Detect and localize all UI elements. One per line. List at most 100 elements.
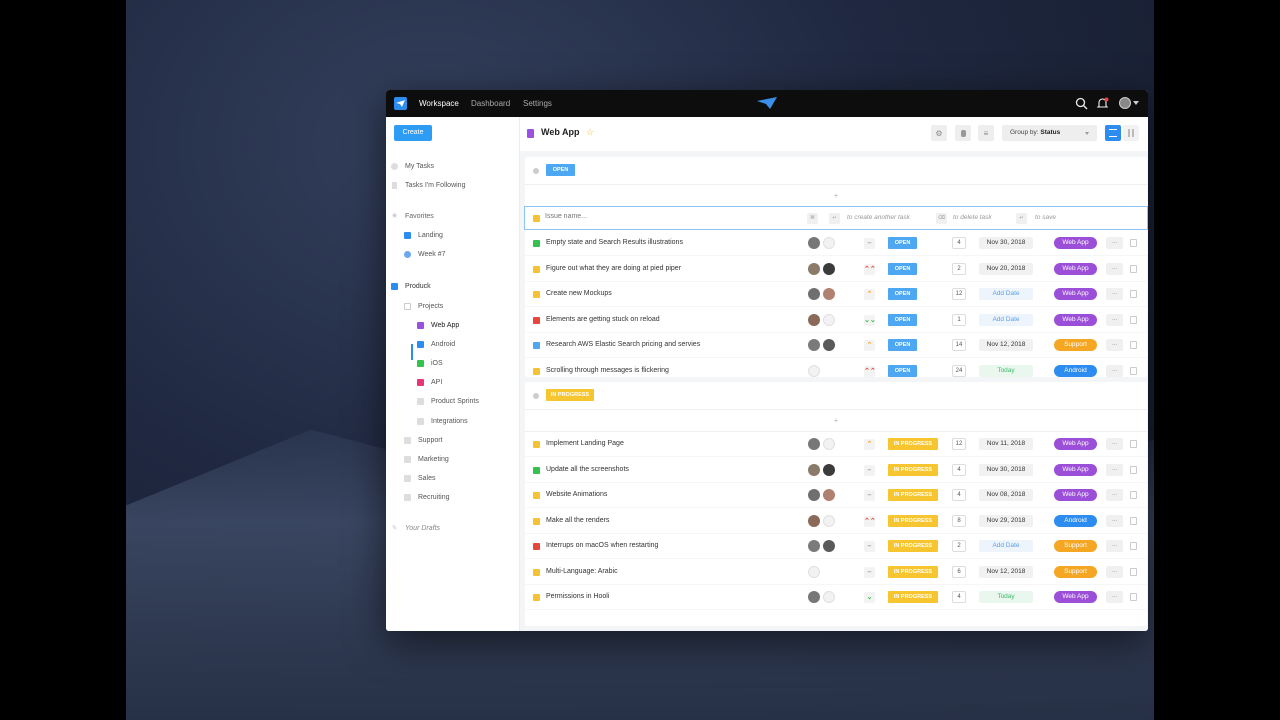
priority-icon[interactable]: – [864, 238, 875, 249]
trash-icon[interactable] [1130, 239, 1137, 247]
task-name[interactable]: Make all the renders [546, 517, 609, 524]
due-date[interactable]: Nov 29, 2018 [979, 514, 1033, 527]
priority-icon[interactable]: ⌃⌃ [864, 263, 876, 275]
avatar[interactable] [808, 237, 820, 249]
task-row[interactable]: Implement Landing Page ⌃ IN PROGRESS 12 … [525, 432, 1147, 457]
project-tag[interactable]: Support [1054, 565, 1097, 578]
priority-icon[interactable]: – [864, 566, 875, 578]
more-options-button[interactable]: ... [1106, 313, 1123, 326]
priority-icon[interactable]: ⌃⌃ [864, 365, 876, 377]
create-button[interactable]: Create [394, 125, 432, 141]
priority-icon[interactable]: ⌃⌃ [864, 515, 876, 527]
task-row[interactable]: Create new Mockups ⌃ OPEN 12 Add Date We… [525, 282, 1147, 307]
priority-icon[interactable]: ⌃ [864, 439, 875, 450]
avatar-placeholder[interactable] [823, 438, 835, 450]
more-options-button[interactable]: ... [1106, 489, 1123, 501]
avatar[interactable] [808, 463, 820, 476]
favorite-star-icon[interactable]: ☆ [586, 127, 594, 138]
task-row[interactable]: Permissions in Hooli ⌄ IN PROGRESS 4 Tod… [525, 585, 1147, 610]
avatar[interactable] [808, 540, 820, 552]
trash-icon[interactable] [1130, 593, 1137, 601]
priority-icon[interactable]: ⌄⌄ [864, 314, 876, 326]
task-row[interactable]: Elements are getting stuck on reload ⌄⌄ … [525, 308, 1147, 333]
add-task-row[interactable]: + [525, 410, 1147, 432]
user-avatar[interactable] [1119, 97, 1131, 109]
avatar[interactable] [823, 463, 835, 476]
status-badge[interactable]: IN PROGRESS [888, 591, 938, 603]
avatar[interactable] [823, 262, 835, 275]
app-logo-icon[interactable] [394, 97, 407, 110]
avatar[interactable] [823, 489, 835, 501]
status-badge[interactable]: OPEN [888, 237, 917, 249]
status-badge[interactable]: IN PROGRESS [888, 489, 938, 501]
project-tag[interactable]: Web App [1054, 262, 1097, 275]
avatar[interactable] [808, 438, 820, 450]
more-options-button[interactable]: ... [1106, 463, 1123, 476]
more-options-button[interactable]: ... [1106, 364, 1123, 377]
avatar-placeholder[interactable] [823, 591, 835, 603]
nav-workspace[interactable]: Workspace [419, 90, 459, 117]
avatar-placeholder[interactable] [808, 364, 820, 377]
due-date[interactable]: Today [979, 364, 1033, 377]
trash-icon[interactable] [1130, 341, 1137, 349]
status-badge[interactable]: IN PROGRESS [888, 565, 938, 578]
due-date[interactable]: Add Date [979, 313, 1033, 326]
task-name[interactable]: Empty state and Search Results illustrat… [546, 239, 683, 246]
avatar[interactable] [808, 339, 820, 351]
avatar[interactable] [808, 262, 820, 275]
subtask-count[interactable]: 4 [952, 237, 966, 249]
trash-icon[interactable] [1130, 264, 1137, 273]
subtask-count[interactable]: 4 [952, 591, 966, 603]
priority-icon[interactable]: – [864, 541, 875, 552]
avatar[interactable] [808, 591, 820, 603]
settings-button[interactable]: ⚙ [931, 125, 947, 141]
due-date[interactable]: Nov 12, 2018 [979, 339, 1033, 351]
more-options-button[interactable]: ... [1106, 514, 1123, 527]
issue-name-input[interactable] [545, 213, 785, 220]
priority-icon[interactable]: ⌄ [864, 592, 875, 603]
priority-icon[interactable]: – [864, 490, 875, 501]
more-options-button[interactable]: ... [1106, 540, 1123, 552]
subtask-count[interactable]: 2 [952, 262, 966, 275]
task-name[interactable]: Figure out what they are doing at pied p… [546, 265, 681, 272]
trash-icon[interactable] [1130, 516, 1137, 525]
due-date[interactable]: Nov 20, 2018 [979, 262, 1033, 275]
add-task-row[interactable]: + [525, 185, 1147, 207]
status-badge[interactable]: OPEN [888, 364, 917, 377]
project-tag[interactable]: Web App [1054, 489, 1097, 501]
project-tag[interactable]: Web App [1054, 438, 1097, 450]
subtask-count[interactable]: 4 [952, 463, 966, 476]
chevron-down-icon[interactable] [1133, 101, 1139, 105]
project-tag[interactable]: Android [1054, 364, 1097, 377]
filter-button[interactable]: ≡ [978, 125, 994, 141]
task-row[interactable]: Website Animations – IN PROGRESS 4 Nov 0… [525, 483, 1147, 508]
task-row[interactable]: Multi-Language: Arabic – IN PROGRESS 6 N… [525, 560, 1147, 585]
task-name[interactable]: Permissions in Hooli [546, 593, 609, 600]
trash-icon[interactable] [1130, 290, 1137, 298]
task-row[interactable]: Research AWS Elastic Search pricing and … [525, 333, 1147, 358]
task-name[interactable]: Research AWS Elastic Search pricing and … [546, 341, 700, 348]
avatar[interactable] [808, 288, 820, 300]
task-row[interactable]: Interrups on macOS when restarting – IN … [525, 534, 1147, 559]
task-name[interactable]: Multi-Language: Arabic [546, 568, 618, 575]
task-name[interactable]: Website Animations [546, 491, 607, 498]
due-date[interactable]: Nov 30, 2018 [979, 237, 1033, 249]
nav-dashboard[interactable]: Dashboard [471, 90, 510, 117]
task-name[interactable]: Scrolling through messages is flickering [546, 367, 669, 374]
project-tag[interactable]: Support [1054, 339, 1097, 351]
due-date[interactable]: Today [979, 591, 1033, 603]
more-options-button[interactable]: ... [1106, 591, 1123, 603]
subtask-count[interactable]: 12 [952, 438, 966, 450]
project-tag[interactable]: Web App [1054, 463, 1097, 476]
avatar-placeholder[interactable] [808, 565, 820, 578]
due-date[interactable]: Nov 08, 2018 [979, 489, 1033, 501]
status-badge[interactable]: OPEN [888, 288, 917, 300]
due-date[interactable]: Add Date [979, 288, 1033, 300]
avatar[interactable] [823, 339, 835, 351]
subtask-count[interactable]: 8 [952, 514, 966, 527]
search-icon[interactable] [1075, 97, 1088, 110]
subtask-count[interactable]: 1 [952, 313, 966, 326]
due-date[interactable]: Nov 11, 2018 [979, 438, 1033, 450]
more-options-button[interactable]: ... [1106, 237, 1123, 249]
board-view-button[interactable] [1123, 125, 1139, 141]
